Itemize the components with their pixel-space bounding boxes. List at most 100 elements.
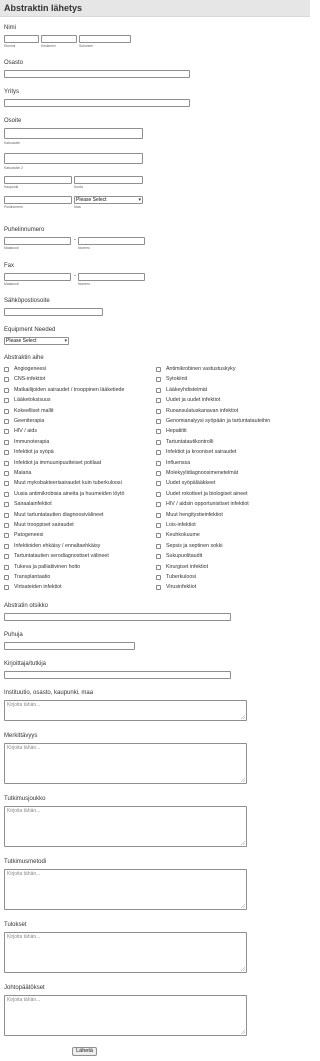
method-textarea[interactable]: Kirjoita tähän... [4, 869, 247, 910]
topic-option-label[interactable]: Transplantaatio [14, 574, 50, 580]
topic-checkbox[interactable] [4, 471, 9, 476]
topic-option-label[interactable]: Uudet syöpälääkkeet [166, 480, 215, 486]
topic-option-label[interactable]: Virtsateiden infektiot [14, 584, 62, 590]
topic-checkbox[interactable] [4, 481, 9, 487]
topic-checkbox[interactable] [156, 398, 161, 404]
topic-option-label[interactable]: Sytokiinit [166, 376, 187, 382]
group-textarea[interactable]: Kirjoita tähän... [4, 806, 247, 847]
topic-option-label[interactable]: Matkailijoiden sairaudet / trooppinen lä… [14, 387, 124, 393]
topic-option-label[interactable]: Lois-infektiot [166, 522, 196, 528]
topic-checkbox[interactable] [4, 387, 9, 393]
topic-option-label[interactable]: Kirurgiset infektiot [166, 564, 208, 570]
topic-checkbox[interactable] [156, 450, 161, 456]
topic-checkbox[interactable] [4, 377, 9, 383]
topic-checkbox[interactable] [4, 408, 9, 414]
topic-checkbox[interactable] [4, 554, 9, 560]
topic-option-label[interactable]: Sairaalainfektiot [14, 501, 52, 507]
topic-checkbox[interactable] [156, 439, 161, 445]
topic-option-label[interactable]: Lääkeyhdistelmät [166, 387, 207, 393]
topic-option-label[interactable]: Hepatiitti [166, 428, 187, 434]
topic-option-label[interactable]: Antimikrobinen vastustuskyky [166, 366, 235, 372]
email-input[interactable] [4, 308, 103, 316]
topic-checkbox[interactable] [156, 408, 161, 414]
topic-checkbox[interactable] [4, 533, 9, 539]
resize-grip-icon[interactable] [241, 841, 245, 845]
topic-checkbox[interactable] [4, 491, 9, 497]
department-input[interactable] [4, 70, 190, 78]
topic-checkbox[interactable] [156, 471, 161, 476]
abstract-title-input[interactable] [4, 613, 231, 621]
topic-checkbox[interactable] [156, 419, 161, 424]
topic-checkbox[interactable] [156, 533, 161, 539]
topic-checkbox[interactable] [4, 543, 9, 549]
topic-checkbox[interactable] [156, 502, 161, 508]
city-input[interactable] [4, 176, 72, 184]
topic-option-label[interactable]: Molekyylidiagnoosimenetelmät [166, 470, 238, 476]
significance-textarea[interactable]: Kirjoita tähän... [4, 743, 247, 784]
conclusions-textarea[interactable]: Kirjoita tähän... [4, 995, 247, 1036]
topic-checkbox[interactable] [156, 512, 161, 518]
resize-grip-icon[interactable] [241, 778, 245, 782]
topic-checkbox[interactable] [4, 523, 9, 528]
submit-button[interactable]: Lähetä [72, 1047, 97, 1056]
first-name-input[interactable] [4, 35, 39, 43]
topic-option-label[interactable]: Uudet rokotteet ja biologiset aineet [166, 491, 248, 497]
postal-code-input[interactable] [4, 196, 72, 204]
topic-option-label[interactable]: Tuberkuloosi [166, 574, 196, 580]
topic-checkbox[interactable] [156, 481, 161, 487]
resize-grip-icon[interactable] [241, 1030, 245, 1034]
topic-option-label[interactable]: Angiogeneesi [14, 366, 46, 372]
topic-option-label[interactable]: Kokeelliset mallit [14, 408, 53, 414]
topic-option-label[interactable]: Muut trooppiset sairaudet [14, 522, 74, 528]
topic-option-label[interactable]: Lääketoksisuus [14, 397, 51, 403]
topic-checkbox[interactable] [4, 585, 9, 591]
topic-checkbox[interactable] [156, 367, 161, 372]
topic-checkbox[interactable] [156, 523, 161, 528]
region-input[interactable] [74, 176, 143, 184]
phone-area-input[interactable] [4, 237, 71, 245]
topic-option-label[interactable]: Infektiot ja syöpä [14, 449, 54, 455]
topic-option-label[interactable]: Malaria [14, 470, 31, 476]
topic-option-label[interactable]: Geeniterapia [14, 418, 44, 424]
last-name-input[interactable] [79, 35, 131, 43]
middle-name-input[interactable] [41, 35, 77, 43]
street1-input[interactable] [4, 128, 143, 139]
topic-option-label[interactable]: HIV / aids [14, 428, 37, 434]
topic-option-label[interactable]: Tartuntatautikontrolli [166, 439, 213, 445]
equipment-select[interactable]: Please Select ▾ [4, 337, 69, 345]
topic-checkbox[interactable] [4, 575, 9, 580]
topic-option-label[interactable]: Influenssa [166, 460, 190, 466]
topic-option-label[interactable]: Sukupuolitaudit [166, 553, 202, 559]
resize-grip-icon[interactable] [241, 715, 245, 719]
fax-number-input[interactable] [78, 273, 145, 281]
topic-checkbox[interactable] [156, 387, 161, 393]
speaker-input[interactable] [4, 642, 135, 650]
topic-checkbox[interactable] [156, 554, 161, 560]
topic-checkbox[interactable] [4, 460, 9, 466]
company-input[interactable] [4, 99, 190, 107]
topic-option-label[interactable]: Keuhkokuume [166, 532, 200, 538]
resize-grip-icon[interactable] [241, 967, 245, 971]
topic-option-label[interactable]: Genomianalyysi syöpään ja tartuntatautei… [166, 418, 270, 424]
topic-checkbox[interactable] [4, 367, 9, 372]
topic-option-label[interactable]: Uudet ja uudet infektiot [166, 397, 220, 403]
topic-checkbox[interactable] [156, 564, 161, 570]
topic-option-label[interactable]: Sepsis ja septinen sokki [166, 543, 223, 549]
topic-checkbox[interactable] [156, 377, 161, 383]
topic-checkbox[interactable] [4, 450, 9, 456]
topic-option-label[interactable]: Infektiot ja krooniset sairaudet [166, 449, 236, 455]
topic-checkbox[interactable] [4, 439, 9, 445]
results-textarea[interactable]: Kirjoita tähän... [4, 932, 247, 973]
topic-checkbox[interactable] [4, 419, 9, 424]
authors-input[interactable] [4, 671, 231, 679]
topic-option-label[interactable]: Tukeva ja palliatiivinen hoito [14, 564, 80, 570]
country-select[interactable]: Please Select ▾ [74, 196, 143, 204]
topic-checkbox[interactable] [156, 460, 161, 466]
topic-checkbox[interactable] [4, 564, 9, 570]
topic-checkbox[interactable] [156, 575, 161, 580]
topic-checkbox[interactable] [156, 585, 161, 591]
topic-option-label[interactable]: Tartuntatautien serodiagnostiset välinee… [14, 553, 109, 559]
topic-checkbox[interactable] [4, 398, 9, 404]
topic-option-label[interactable]: Muut mykobakteerisairaudet kuin tuberkul… [14, 480, 122, 486]
topic-checkbox[interactable] [156, 543, 161, 549]
